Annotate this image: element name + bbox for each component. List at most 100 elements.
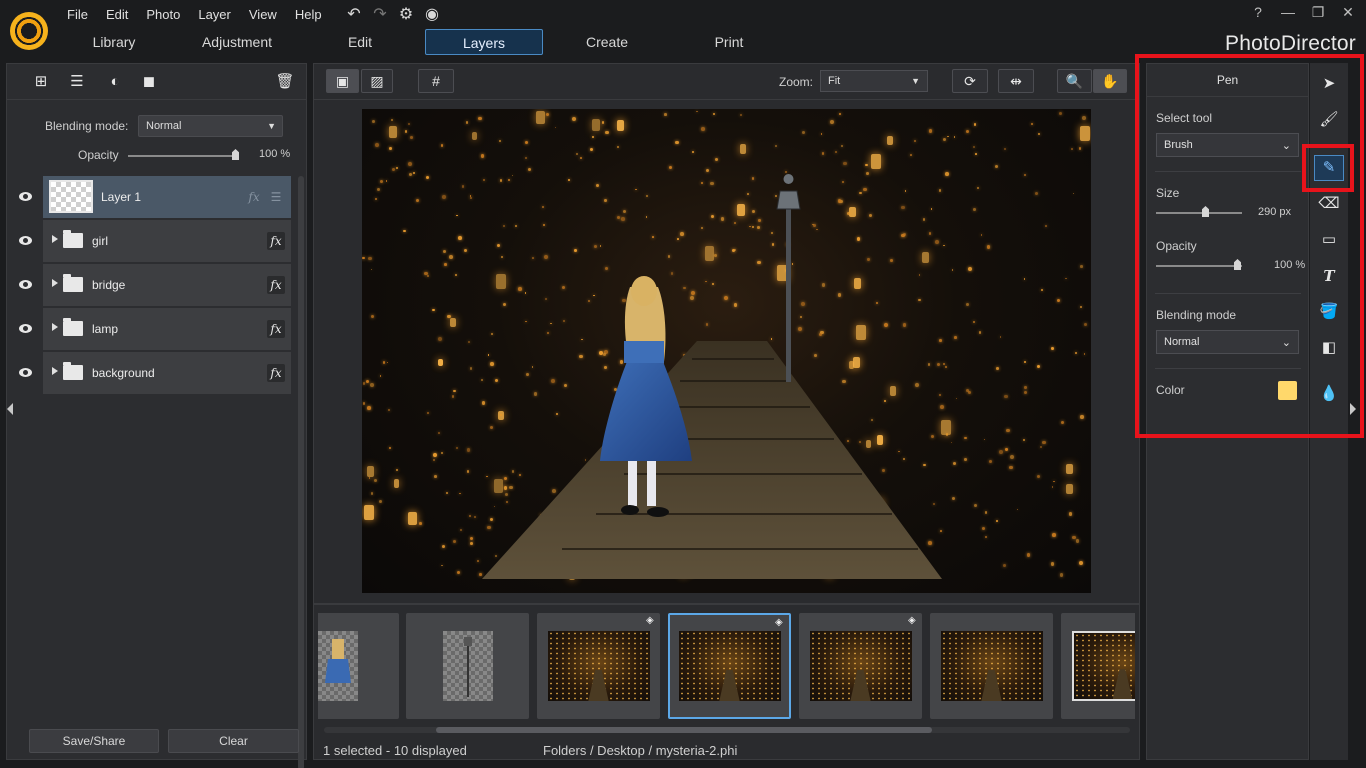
- expand-triangle-icon[interactable]: [52, 235, 58, 243]
- fx-icon[interactable]: fx: [267, 276, 285, 294]
- lamp-thumbnail-art: [463, 637, 472, 697]
- scene-thumbnail: [940, 631, 1043, 701]
- app-logo-icon: [10, 12, 48, 50]
- lamp-head: [776, 190, 801, 210]
- menu-help[interactable]: Help: [286, 6, 331, 24]
- visibility-eye-icon[interactable]: [9, 220, 43, 262]
- single-view-icon[interactable]: ▣: [326, 69, 359, 93]
- layer-body[interactable]: background fx: [43, 352, 291, 394]
- layer-row-lamp[interactable]: lamp fx: [9, 308, 291, 350]
- lights-texture: [678, 631, 781, 701]
- menu-edit[interactable]: Edit: [97, 6, 137, 24]
- blending-mode-select[interactable]: Normal ▼: [138, 115, 283, 137]
- layer-body[interactable]: girl fx: [43, 220, 291, 262]
- layer-body[interactable]: bridge fx: [43, 264, 291, 306]
- restore-icon[interactable]: ❐: [1310, 4, 1326, 20]
- delete-layer-icon[interactable]: 🗑: [273, 72, 297, 92]
- fx-icon[interactable]: fx: [267, 320, 285, 338]
- help-icon[interactable]: ?: [1250, 4, 1266, 20]
- filmstrip-item[interactable]: [1061, 613, 1135, 719]
- flip-icon[interactable]: ⇹: [998, 69, 1034, 93]
- filmstrip-scrollbar[interactable]: [436, 727, 932, 733]
- undo-icon[interactable]: ↶: [344, 5, 364, 25]
- title-bar: File Edit Photo Layer View Help ↶ ↷ ⚙ ◉ …: [0, 0, 1366, 60]
- menu-bar: File Edit Photo Layer View Help: [58, 6, 331, 24]
- canvas-panel: ▣ ▨ # Zoom: Fit ▼ ⟳ ⇹ 🔍 ✋: [313, 63, 1140, 604]
- filmstrip-item-selected[interactable]: ◈: [668, 613, 791, 719]
- zoom-label: Zoom:: [779, 75, 814, 89]
- expand-triangle-icon[interactable]: [52, 367, 58, 375]
- stack-icon: ◈: [775, 617, 783, 628]
- layer-row-background[interactable]: background fx: [9, 352, 291, 394]
- filmstrip-item[interactable]: [930, 613, 1053, 719]
- folder-icon: [63, 318, 83, 336]
- clear-button[interactable]: Clear: [168, 729, 299, 753]
- expand-triangle-icon[interactable]: [52, 279, 58, 287]
- notification-bell-icon[interactable]: ◉: [422, 5, 442, 25]
- layer-adjust-icon[interactable]: ☰: [267, 188, 285, 206]
- filmstrip-item[interactable]: [318, 613, 399, 719]
- layer-menu-icon[interactable]: ☰: [65, 72, 89, 92]
- settings-gear-icon[interactable]: ⚙: [396, 5, 416, 25]
- collapse-left-panel-icon[interactable]: [7, 403, 13, 415]
- blending-mode-label: Blending mode:: [45, 119, 129, 133]
- filmstrip: ◈ ◈ ◈: [318, 613, 1135, 719]
- layer-row-layer-1[interactable]: Layer 1 fx ☰: [9, 176, 291, 218]
- zoom-select[interactable]: Fit ▼: [820, 70, 928, 92]
- opacity-slider-handle[interactable]: [232, 149, 239, 160]
- filmstrip-item[interactable]: ◈: [799, 613, 922, 719]
- layer-row-girl[interactable]: girl fx: [9, 220, 291, 262]
- filmstrip-item[interactable]: [406, 613, 529, 719]
- opacity-value: 100 %: [259, 148, 291, 160]
- tab-adjustment[interactable]: Adjustment: [179, 29, 295, 55]
- filmstrip-panel: ◈ ◈ ◈ 1 selected - 10 displayed Folders …: [313, 604, 1140, 760]
- tab-library[interactable]: Library: [56, 29, 172, 55]
- visibility-eye-icon[interactable]: [9, 176, 43, 218]
- expand-triangle-icon[interactable]: [52, 323, 58, 331]
- opacity-slider[interactable]: [128, 155, 238, 157]
- layers-toolbar: ⊞ ☰ ◐ ◼ 🗑: [7, 64, 306, 100]
- window-controls: ? — ❐ ✕: [1250, 4, 1356, 20]
- tab-print[interactable]: Print: [671, 29, 787, 55]
- grid-icon[interactable]: #: [418, 69, 454, 93]
- photo-canvas[interactable]: [362, 109, 1091, 593]
- layer-row-bridge[interactable]: bridge fx: [9, 264, 291, 306]
- tab-layers[interactable]: Layers: [425, 29, 543, 55]
- adjustment-layer-icon[interactable]: ◐: [103, 72, 127, 92]
- file-path: Folders / Desktop / mysteria-2.phi: [543, 743, 738, 758]
- zoom-icon[interactable]: 🔍: [1057, 69, 1092, 93]
- close-icon[interactable]: ✕: [1340, 4, 1356, 20]
- minimize-icon[interactable]: —: [1280, 4, 1296, 20]
- layers-scrollbar[interactable]: [298, 176, 304, 768]
- layer-thumbnail: [49, 180, 93, 213]
- menu-file[interactable]: File: [58, 6, 97, 24]
- fx-icon[interactable]: fx: [267, 232, 285, 250]
- filmstrip-item[interactable]: ◈: [537, 613, 660, 719]
- add-layer-icon[interactable]: ⊞: [29, 72, 53, 92]
- tab-edit[interactable]: Edit: [302, 29, 418, 55]
- layer-body[interactable]: lamp fx: [43, 308, 291, 350]
- fx-icon[interactable]: fx: [245, 188, 263, 206]
- layer-mask-icon[interactable]: ◼: [137, 72, 161, 92]
- stack-icon: ◈: [908, 615, 916, 626]
- visibility-eye-icon[interactable]: [9, 308, 43, 350]
- scene-thumbnail: [809, 631, 912, 701]
- canvas-toolbar: ▣ ▨ # Zoom: Fit ▼ ⟳ ⇹ 🔍 ✋: [314, 64, 1139, 100]
- chevron-down-icon: ▼: [911, 76, 920, 86]
- save-share-button[interactable]: Save/Share: [29, 729, 159, 753]
- tab-create[interactable]: Create: [549, 29, 665, 55]
- pan-hand-icon[interactable]: ✋: [1093, 69, 1127, 93]
- menu-layer[interactable]: Layer: [189, 6, 240, 24]
- redo-icon[interactable]: ↷: [370, 5, 390, 25]
- visibility-eye-icon[interactable]: [9, 352, 43, 394]
- compare-view-icon[interactable]: ▨: [361, 69, 393, 93]
- layer-name: background: [92, 366, 155, 380]
- quick-tools: ↶ ↷ ⚙ ◉: [344, 5, 442, 25]
- layer-blending-row: Blending mode: Normal ▼: [7, 114, 306, 138]
- menu-view[interactable]: View: [240, 6, 286, 24]
- layer-body[interactable]: Layer 1 fx ☰: [43, 176, 291, 218]
- fx-icon[interactable]: fx: [267, 364, 285, 382]
- menu-photo[interactable]: Photo: [137, 6, 189, 24]
- rotate-icon[interactable]: ⟳: [952, 69, 988, 93]
- visibility-eye-icon[interactable]: [9, 264, 43, 306]
